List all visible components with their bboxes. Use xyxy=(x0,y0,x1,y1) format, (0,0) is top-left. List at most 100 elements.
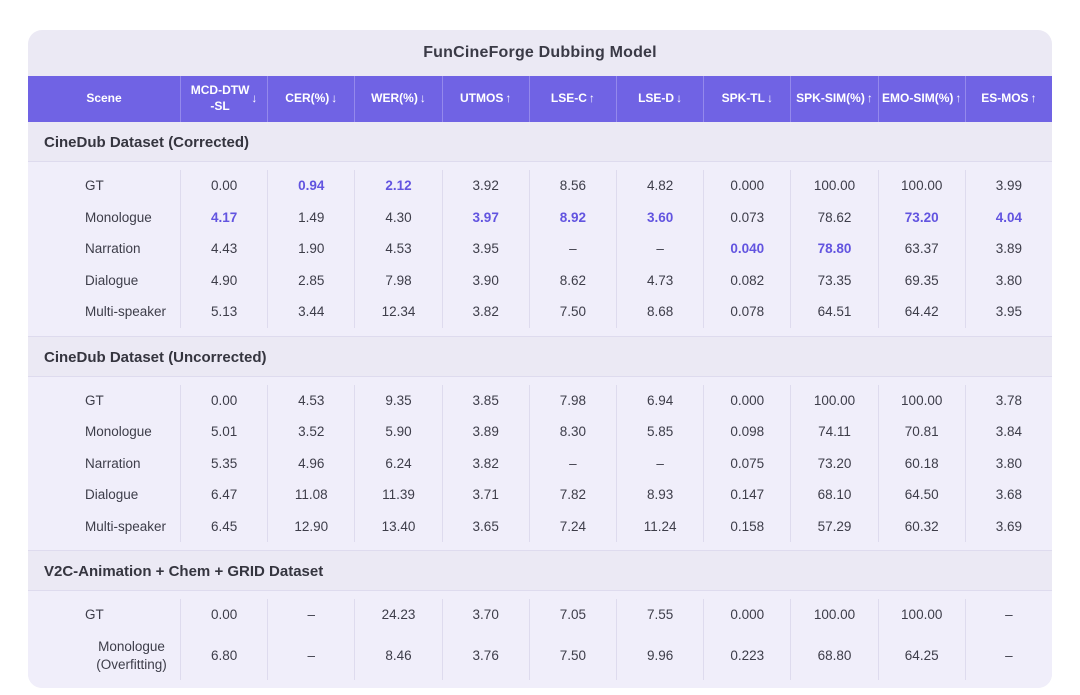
higher-better-arrow-icon: ↑ xyxy=(589,91,595,107)
table-row: Monologue5.013.525.903.898.305.850.09874… xyxy=(28,416,1052,448)
lower-better-arrow-icon: ↓ xyxy=(331,91,337,107)
metric-value: 8.46 xyxy=(354,631,441,680)
metric-value: 3.78 xyxy=(965,385,1052,417)
metric-value: 0.040 xyxy=(703,233,790,265)
section-title-cinedub-dataset-uncorrected: CineDub Dataset (Uncorrected) xyxy=(28,337,1052,376)
metric-value: 100.00 xyxy=(790,170,877,202)
table-row: GT0.004.539.353.857.986.940.000100.00100… xyxy=(28,385,1052,417)
metric-value: – xyxy=(529,448,616,480)
metric-value: 11.08 xyxy=(267,479,354,511)
table-row: Dialogue6.4711.0811.393.717.828.930.1476… xyxy=(28,479,1052,511)
scene-label: GT xyxy=(28,599,180,631)
metric-value: 73.20 xyxy=(790,448,877,480)
metric-value: – xyxy=(267,631,354,680)
metric-value: 7.98 xyxy=(354,265,441,297)
metric-value: 4.96 xyxy=(267,448,354,480)
metric-value: 3.82 xyxy=(442,448,529,480)
metric-value: 73.20 xyxy=(878,202,965,234)
metric-value: 7.98 xyxy=(529,385,616,417)
metric-value: 3.85 xyxy=(442,385,529,417)
metric-value: 5.90 xyxy=(354,416,441,448)
metric-value: 5.13 xyxy=(180,296,267,328)
section-data-block: GT0.004.539.353.857.986.940.000100.00100… xyxy=(28,376,1052,552)
metric-value: 4.43 xyxy=(180,233,267,265)
column-header-label: Scene xyxy=(86,91,121,107)
metric-value: – xyxy=(965,631,1052,680)
metric-value: 6.94 xyxy=(616,385,703,417)
metric-value: 78.62 xyxy=(790,202,877,234)
metric-value: 3.89 xyxy=(965,233,1052,265)
lower-better-arrow-icon: ↓ xyxy=(676,91,682,107)
column-header-wer: WER(%)↓ xyxy=(354,76,441,122)
metric-value: 3.65 xyxy=(442,511,529,543)
metric-value: 7.82 xyxy=(529,479,616,511)
metric-value: 0.147 xyxy=(703,479,790,511)
scene-label: Narration xyxy=(28,448,180,480)
metric-value: 4.82 xyxy=(616,170,703,202)
metric-value: 11.39 xyxy=(354,479,441,511)
lower-better-arrow-icon: ↓ xyxy=(420,91,426,107)
metric-value: 73.35 xyxy=(790,265,877,297)
column-header-label: SPK-TL xyxy=(722,91,765,107)
higher-better-arrow-icon: ↑ xyxy=(505,91,511,107)
table-row: Monologue4.171.494.303.978.923.600.07378… xyxy=(28,202,1052,234)
metric-value: 4.30 xyxy=(354,202,441,234)
metric-value: 3.68 xyxy=(965,479,1052,511)
metric-value: 74.11 xyxy=(790,416,877,448)
lower-better-arrow-icon: ↓ xyxy=(767,91,773,107)
metric-value: 60.32 xyxy=(878,511,965,543)
metric-value: 8.56 xyxy=(529,170,616,202)
metric-value: 6.24 xyxy=(354,448,441,480)
metric-value: 100.00 xyxy=(790,385,877,417)
metric-value: 0.00 xyxy=(180,599,267,631)
metric-value: 3.89 xyxy=(442,416,529,448)
section-data-block: GT0.00–24.233.707.057.550.000100.00100.0… xyxy=(28,590,1052,688)
scene-label: Dialogue xyxy=(28,479,180,511)
table-header-row: SceneMCD-DTW-SL↓CER(%)↓WER(%)↓UTMOS↑LSE-… xyxy=(28,76,1052,122)
metric-value: 4.53 xyxy=(267,385,354,417)
metric-value: – xyxy=(616,233,703,265)
metric-value: 64.50 xyxy=(878,479,965,511)
higher-better-arrow-icon: ↑ xyxy=(955,91,961,107)
metric-value: 64.51 xyxy=(790,296,877,328)
scene-label: GT xyxy=(28,170,180,202)
metric-value: 7.55 xyxy=(616,599,703,631)
scene-label: Multi-speaker xyxy=(28,296,180,328)
column-header-label: WER(%) xyxy=(371,91,418,107)
metric-value: 6.47 xyxy=(180,479,267,511)
metric-value: 0.098 xyxy=(703,416,790,448)
scene-label: Multi-speaker xyxy=(28,511,180,543)
metric-value: 60.18 xyxy=(878,448,965,480)
higher-better-arrow-icon: ↑ xyxy=(867,91,873,107)
table-title: FunCineForge Dubbing Model xyxy=(28,30,1052,76)
metric-value: 3.71 xyxy=(442,479,529,511)
metric-value: 6.80 xyxy=(180,631,267,680)
metric-value: 0.94 xyxy=(267,170,354,202)
table-row: GT0.00–24.233.707.057.550.000100.00100.0… xyxy=(28,599,1052,631)
metric-value: – xyxy=(965,599,1052,631)
metric-value: 8.30 xyxy=(529,416,616,448)
metric-value: 3.60 xyxy=(616,202,703,234)
lower-better-arrow-icon: ↓ xyxy=(251,91,257,107)
metric-value: 12.34 xyxy=(354,296,441,328)
metric-value: 5.35 xyxy=(180,448,267,480)
scene-label: Monologue xyxy=(28,202,180,234)
metric-value: 3.95 xyxy=(442,233,529,265)
metric-value: 69.35 xyxy=(878,265,965,297)
scene-label: GT xyxy=(28,385,180,417)
table-row: GT0.000.942.123.928.564.820.000100.00100… xyxy=(28,170,1052,202)
metric-value: 3.80 xyxy=(965,265,1052,297)
metric-value: 3.76 xyxy=(442,631,529,680)
metric-value: 3.80 xyxy=(965,448,1052,480)
column-header-label: EMO-SIM(%) xyxy=(882,91,953,107)
metric-value: 0.073 xyxy=(703,202,790,234)
section-title-cinedub-dataset-corrected: CineDub Dataset (Corrected) xyxy=(28,122,1052,161)
metric-value: 100.00 xyxy=(790,599,877,631)
metric-value: 3.70 xyxy=(442,599,529,631)
section-data-block: GT0.000.942.123.928.564.820.000100.00100… xyxy=(28,161,1052,337)
metric-value: 2.85 xyxy=(267,265,354,297)
table-row: Monologue(Overfitting)6.80–8.463.767.509… xyxy=(28,631,1052,680)
table-row: Multi-speaker6.4512.9013.403.657.2411.24… xyxy=(28,511,1052,543)
column-header-lse-c: LSE-C↑ xyxy=(529,76,616,122)
column-header-emo-sim: EMO-SIM(%)↑ xyxy=(878,76,965,122)
